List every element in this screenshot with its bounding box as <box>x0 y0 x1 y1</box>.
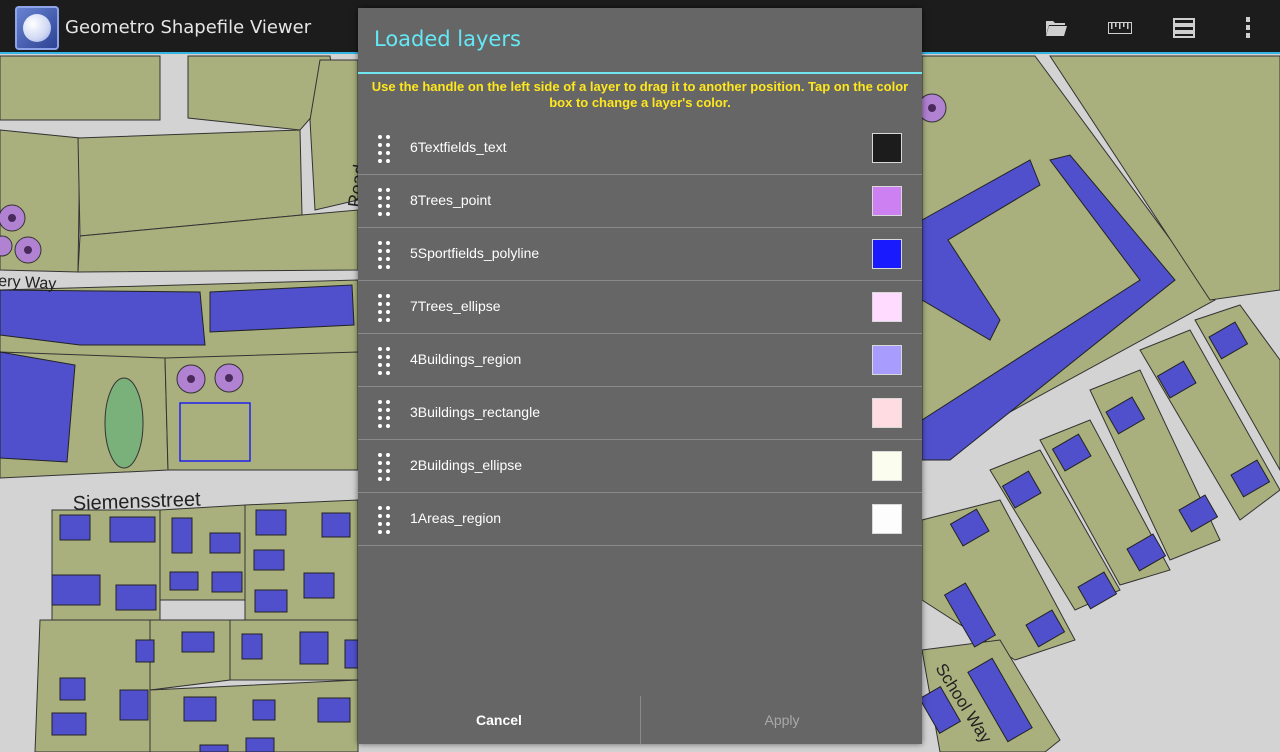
drag-handle-icon[interactable] <box>375 133 393 163</box>
layer-name: 4Buildings_region <box>410 351 522 367</box>
drag-handle-icon[interactable] <box>375 451 393 481</box>
building <box>0 289 206 346</box>
building <box>119 689 149 721</box>
dialog-button-bar: Cancel Apply <box>358 696 922 744</box>
drag-handle-icon[interactable] <box>375 186 393 216</box>
layer-color-swatch[interactable] <box>872 504 902 534</box>
layer-row[interactable]: 5Sportfields_polyline <box>358 228 922 281</box>
dialog-title: Loaded layers <box>374 27 521 51</box>
building <box>109 516 156 543</box>
layer-row[interactable]: 7Trees_ellipse <box>358 281 922 334</box>
layer-color-swatch[interactable] <box>872 186 902 216</box>
building <box>59 677 86 701</box>
drag-handle-icon[interactable] <box>375 398 393 428</box>
layer-color-swatch[interactable] <box>872 398 902 428</box>
drag-handle-icon[interactable] <box>375 504 393 534</box>
building <box>211 571 243 593</box>
layer-name: 1Areas_region <box>410 510 502 526</box>
street-label: ery Way <box>0 273 57 293</box>
cancel-button[interactable]: Cancel <box>358 696 640 744</box>
apply-button[interactable]: Apply <box>641 696 923 744</box>
building <box>115 584 157 611</box>
drag-handle-icon[interactable] <box>375 239 393 269</box>
building <box>209 284 355 333</box>
ruler-icon[interactable] <box>1102 10 1138 46</box>
building <box>255 509 287 536</box>
layer-name: 3Buildings_rectangle <box>410 404 540 420</box>
building <box>299 631 329 665</box>
building <box>51 574 101 606</box>
folder-open-icon[interactable] <box>1038 10 1074 46</box>
building <box>209 532 241 554</box>
building <box>183 696 217 722</box>
building <box>321 512 351 538</box>
overflow-menu-icon[interactable] <box>1230 10 1266 46</box>
layer-name: 2Buildings_ellipse <box>410 457 523 473</box>
layer-color-swatch[interactable] <box>872 451 902 481</box>
app-title: Geometro Shapefile Viewer <box>65 17 312 38</box>
layer-color-swatch[interactable] <box>872 292 902 322</box>
layer-row[interactable]: 6Textfields_text <box>358 122 922 175</box>
sportfield <box>104 377 144 469</box>
layer-row[interactable]: 3Buildings_rectangle <box>358 387 922 440</box>
layer-name: 6Textfields_text <box>410 139 507 155</box>
building <box>317 697 351 723</box>
building <box>0 351 76 463</box>
street-label: Siemensstreet <box>72 489 201 515</box>
layer-row[interactable]: 4Buildings_region <box>358 334 922 387</box>
layer-row[interactable]: 8Trees_point <box>358 175 922 228</box>
building <box>51 712 87 736</box>
area-parcel <box>0 55 161 121</box>
building <box>245 737 275 752</box>
layer-name: 7Trees_ellipse <box>410 298 501 314</box>
building <box>303 572 335 599</box>
layer-color-swatch[interactable] <box>872 133 902 163</box>
loaded-layers-dialog: Loaded layers Use the handle on the left… <box>358 8 922 744</box>
globe-icon[interactable] <box>15 6 59 50</box>
building <box>135 639 155 663</box>
building <box>171 517 193 554</box>
building <box>59 514 91 541</box>
building <box>199 744 229 752</box>
building <box>241 633 263 660</box>
building <box>253 549 285 571</box>
layer-list: 6Textfields_text 8Trees_point 5Sportfields… <box>358 122 922 546</box>
area-parcel <box>149 619 231 691</box>
building <box>169 571 199 591</box>
building <box>252 699 276 721</box>
layer-color-swatch[interactable] <box>872 239 902 269</box>
layer-color-swatch[interactable] <box>872 345 902 375</box>
drag-handle-icon[interactable] <box>375 345 393 375</box>
building <box>181 631 215 653</box>
dialog-hint: Use the handle on the left side of a lay… <box>371 79 909 110</box>
layers-icon[interactable] <box>1166 10 1202 46</box>
drag-handle-icon[interactable] <box>375 292 393 322</box>
building <box>254 589 288 613</box>
layer-name: 8Trees_point <box>410 192 492 208</box>
building <box>344 639 359 669</box>
title-divider <box>358 72 922 74</box>
layer-row[interactable]: 1Areas_region <box>358 493 922 546</box>
layer-name: 5Sportfields_polyline <box>410 245 540 261</box>
layer-row[interactable]: 2Buildings_ellipse <box>358 440 922 493</box>
